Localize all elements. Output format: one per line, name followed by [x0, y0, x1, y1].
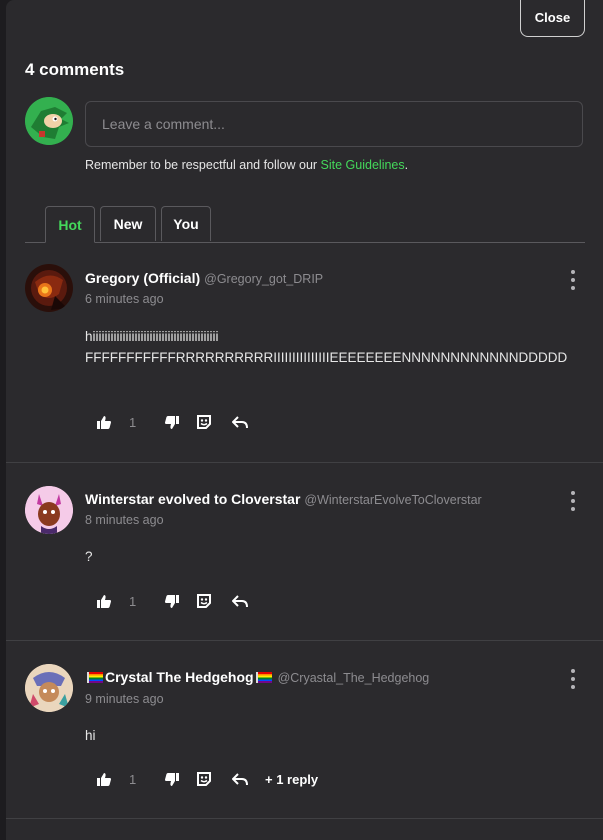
comment-input[interactable] — [85, 101, 583, 147]
comment-body-line: FFFFFFFFFFFRRRRRRRRRRIIIIIIIIIIIIIIIEEEE… — [85, 350, 568, 365]
comment-author-name: Winterstar evolved to Cloverstar — [85, 491, 301, 507]
comment-author[interactable]: Gregory (Official) @Gregory_got_DRIP — [85, 270, 323, 286]
comment-author-name: Gregory (Official) — [85, 270, 201, 286]
comment-more-menu-icon[interactable] — [567, 270, 579, 290]
reply-icon[interactable] — [231, 592, 249, 610]
thumbs-up-icon[interactable] — [95, 413, 113, 431]
comment-time: 8 minutes ago — [85, 513, 164, 527]
comment-body: hi — [85, 725, 603, 746]
comment-author-handle: @Gregory_got_DRIP — [204, 272, 324, 286]
comment-body-line: hiiiiiiiiiiiiiiiiiiiiiiiiiiiiiiiiiiiiiii… — [85, 329, 219, 344]
thumbs-down-icon[interactable] — [163, 413, 181, 431]
sticker-icon[interactable] — [195, 413, 213, 431]
comment-actions: 1 — [95, 591, 249, 611]
comment-author[interactable]: Winterstar evolved to Cloverstar @Winters… — [85, 491, 482, 507]
comment-body-line: ? — [85, 549, 93, 564]
comment-author-name: Crystal The Hedgehog — [105, 669, 254, 685]
view-replies-link[interactable]: + 1 reply — [265, 772, 318, 787]
comment-divider — [6, 640, 603, 641]
tab-you[interactable]: You — [161, 206, 211, 241]
comment-avatar[interactable] — [25, 264, 73, 312]
comment-body-line: hi — [85, 728, 96, 743]
sticker-icon[interactable] — [195, 592, 213, 610]
comment-time: 9 minutes ago — [85, 692, 164, 706]
tab-new[interactable]: New — [100, 206, 156, 241]
reply-icon[interactable] — [231, 770, 249, 788]
comment-author-handle: @Cryastal_The_Hedgehog — [277, 671, 430, 685]
thumbs-up-icon[interactable] — [95, 592, 113, 610]
comments-count-heading: 4 comments — [25, 60, 125, 79]
reply-icon[interactable] — [231, 413, 249, 431]
comment-author-handle: @WinterstarEvolveToCloverstar — [304, 493, 482, 507]
thumbs-up-icon[interactable] — [95, 770, 113, 788]
comment-actions: 1 — [95, 412, 249, 432]
thumbs-down-icon[interactable] — [163, 592, 181, 610]
like-count: 1 — [129, 771, 137, 787]
like-count: 1 — [129, 593, 137, 609]
site-guidelines-link[interactable]: Site Guidelines — [321, 158, 405, 172]
comment-author[interactable]: Crystal The Hedgehog @Cryastal_The_Hedgeh… — [85, 669, 429, 685]
close-button[interactable]: Close — [520, 0, 585, 37]
comment-more-menu-icon[interactable] — [567, 491, 579, 511]
guidelines-period: . — [404, 158, 409, 172]
comment-body: ? — [85, 546, 603, 567]
guidelines-text: Remember to be respectful and follow our — [85, 158, 321, 172]
thumbs-down-icon[interactable] — [163, 770, 181, 788]
pride-flag-icon — [87, 672, 103, 683]
comment-more-menu-icon[interactable] — [567, 669, 579, 689]
tab-hot[interactable]: Hot — [45, 206, 95, 243]
comments-panel: Close 4 comments Remember to be respectf… — [6, 0, 603, 840]
sticker-icon[interactable] — [195, 770, 213, 788]
like-count: 1 — [129, 414, 137, 430]
comment-body: hiiiiiiiiiiiiiiiiiiiiiiiiiiiiiiiiiiiiiii… — [85, 326, 603, 368]
comment-divider — [6, 818, 603, 819]
comment-avatar[interactable] — [25, 664, 73, 712]
pride-flag-icon — [255, 672, 272, 683]
comment-time: 6 minutes ago — [85, 292, 164, 306]
comment-actions: 1 + 1 reply — [95, 769, 318, 789]
comment-divider — [6, 462, 603, 463]
comment-avatar[interactable] — [25, 486, 73, 534]
guidelines-note: Remember to be respectful and follow our… — [85, 158, 408, 172]
sort-tabs: Hot New You — [25, 206, 585, 243]
current-user-avatar — [25, 97, 73, 145]
